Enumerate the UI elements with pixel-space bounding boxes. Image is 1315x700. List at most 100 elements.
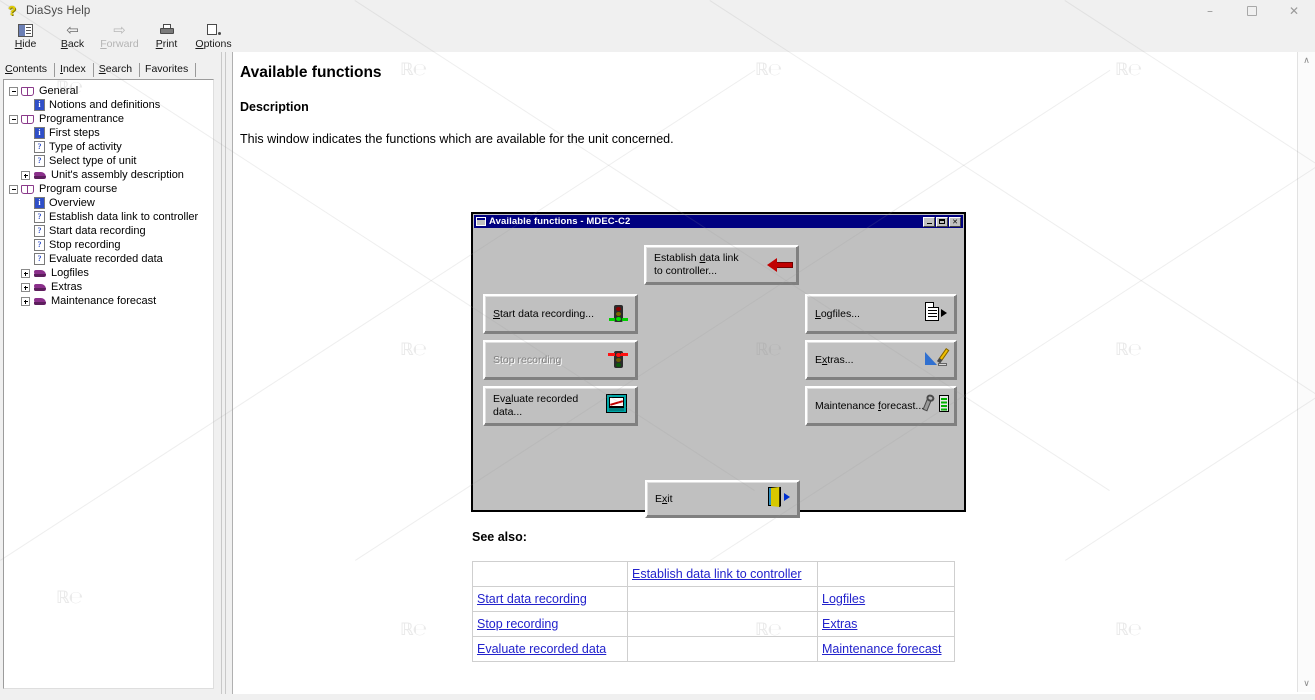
tree-item-select-type-of-unit[interactable]: ? Select type of unit — [4, 154, 213, 168]
hide-button-label: Hide — [14, 38, 37, 50]
dialog-extras-label: Extras... — [815, 353, 854, 366]
dialog-start-recording-button: Start data recording... — [483, 294, 638, 334]
tab-contents[interactable]: Contents — [0, 63, 56, 77]
forward-arrow-icon: ⇨ — [113, 20, 126, 39]
tab-favorites[interactable]: Favorites — [140, 63, 197, 77]
tree-item-programentrance[interactable]: Programentrance — [4, 112, 213, 126]
dialog-establish-link-button: Establish data link to controller... — [644, 245, 799, 285]
tree-item-first-steps[interactable]: i First steps — [4, 126, 213, 140]
tree-item-establish-data-link-to-controller[interactable]: ? Establish data link to controller — [4, 210, 213, 224]
tree-item-maintenance-forecast[interactable]: Maintenance forecast — [4, 294, 213, 308]
tree-item-stop-recording[interactable]: ? Stop recording — [4, 238, 213, 252]
see-also-cell-middle — [627, 611, 818, 637]
expand-plus-icon[interactable] — [21, 170, 30, 180]
scroll-up-arrow-icon[interactable]: ∧ — [1298, 52, 1315, 69]
tree-item-general[interactable]: General — [4, 84, 213, 98]
expand-plus-icon[interactable] — [21, 296, 30, 306]
collapse-minus-icon[interactable] — [9, 86, 18, 96]
tree-item-label: Establish data link to controller — [49, 211, 199, 223]
see-also-cell-middle — [627, 586, 818, 612]
dialog-extras-button: Extras... — [805, 340, 957, 380]
info-page-icon: i — [34, 99, 45, 111]
collapse-minus-icon[interactable] — [9, 114, 18, 124]
minimize-button[interactable] — [1189, 0, 1231, 21]
hide-pane-icon — [15, 22, 37, 38]
printer-icon — [156, 22, 178, 38]
contents-tree[interactable]: General i Notions and definitions Programen… — [3, 79, 214, 689]
traffic-light-green-icon — [606, 302, 630, 326]
see-also-cell-middle: Establish data link to controller — [627, 561, 818, 587]
dialog-exit-label: Exit — [655, 492, 673, 505]
navigation-pane: Contents Index Search Favorites General i… — [0, 52, 218, 694]
question-page-icon: ? — [34, 155, 45, 167]
dialog-maintenance-label: Maintenance forecast... — [815, 399, 925, 412]
dialog-close-icon — [949, 216, 961, 227]
info-page-icon: i — [34, 127, 45, 139]
pane-splitter[interactable] — [218, 52, 232, 694]
options-button[interactable]: Options — [190, 21, 237, 52]
see-also-cell-middle — [627, 636, 818, 662]
closed-book-icon — [33, 268, 47, 279]
tab-index[interactable]: Index — [55, 63, 94, 77]
tree-item-label: Evaluate recorded data — [49, 253, 163, 265]
open-book-icon — [21, 86, 35, 97]
see-also-table: Establish data link to controller Start d… — [472, 561, 955, 662]
dialog-body: Establish data link to controller... Sta… — [473, 229, 964, 518]
see-also-cell-left: Stop recording — [472, 611, 628, 637]
close-button[interactable] — [1273, 0, 1315, 21]
collapse-minus-icon[interactable] — [9, 184, 18, 194]
see-also-link-establish-data-link-to-controller[interactable]: Establish data link to controller — [632, 567, 802, 581]
page-icon-glyph: ? — [37, 156, 42, 165]
see-also-link-logfiles[interactable]: Logfiles — [822, 592, 865, 606]
tree-item-notions-and-definitions[interactable]: i Notions and definitions — [4, 98, 213, 112]
options-icon — [203, 22, 225, 38]
back-button-label: Back — [60, 38, 85, 50]
closed-book-icon — [33, 296, 47, 307]
see-also-link-evaluate-recorded-data[interactable]: Evaluate recorded data — [477, 642, 606, 656]
main-toolbar: Hide ⇦ Back ⇨ Forward Print Options — [0, 21, 1315, 52]
tree-item-overview[interactable]: i Overview — [4, 196, 213, 210]
print-button-label: Print — [155, 38, 178, 50]
embedded-dialog-screenshot: Available functions - MDEC-C2 Establish … — [471, 212, 966, 518]
see-also-cell-left: Start data recording — [472, 586, 628, 612]
expand-plus-icon[interactable] — [21, 282, 30, 292]
tree-item-label: Select type of unit — [49, 155, 137, 167]
document-out-icon — [925, 302, 949, 326]
window-bottom-edge — [0, 694, 1315, 700]
see-also-link-start-data-recording[interactable]: Start data recording — [477, 592, 587, 606]
print-button[interactable]: Print — [143, 21, 190, 52]
expand-plus-icon[interactable] — [21, 268, 30, 278]
maximize-button[interactable] — [1231, 0, 1273, 21]
description-paragraph: This window indicates the functions whic… — [240, 132, 674, 146]
tree-item-extras[interactable]: Extras — [4, 280, 213, 294]
page-icon-glyph: i — [38, 128, 41, 137]
tree-item-program-course[interactable]: Program course — [4, 182, 213, 196]
dialog-minimize-icon — [923, 216, 935, 227]
closed-book-icon — [33, 282, 47, 293]
info-page-icon: i — [34, 197, 45, 209]
see-also-cell-left: Evaluate recorded data — [472, 636, 628, 662]
red-left-arrow-icon — [767, 253, 793, 277]
scroll-down-arrow-icon[interactable]: ∨ — [1298, 675, 1315, 692]
topic-content-pane: Available functions Description This win… — [232, 52, 1315, 694]
window-title: DiaSys Help — [26, 4, 91, 17]
tree-item-unit-s-assembly-description[interactable]: Unit's assembly description — [4, 168, 213, 182]
tree-item-start-data-recording[interactable]: ? Start data recording — [4, 224, 213, 238]
tab-search[interactable]: Search — [94, 63, 141, 77]
hide-button[interactable]: Hide — [2, 21, 49, 52]
topic-body: Available functions Description This win… — [233, 52, 1298, 694]
forward-button-label: Forward — [100, 38, 139, 50]
tree-item-type-of-activity[interactable]: ? Type of activity — [4, 140, 213, 154]
see-also-row: Stop recording Extras — [472, 611, 955, 637]
see-also-link-stop-recording[interactable]: Stop recording — [477, 617, 558, 631]
tree-item-evaluate-recorded-data[interactable]: ? Evaluate recorded data — [4, 252, 213, 266]
back-button[interactable]: ⇦ Back — [49, 21, 96, 52]
chart-window-icon — [606, 394, 630, 418]
see-also-row: Establish data link to controller — [472, 561, 955, 587]
see-also-link-extras[interactable]: Extras — [822, 617, 857, 631]
content-vertical-scrollbar[interactable]: ∧ ∨ — [1297, 52, 1315, 692]
system-menu-icon — [476, 217, 486, 226]
see-also-link-maintenance-forecast[interactable]: Maintenance forecast — [822, 642, 942, 656]
tree-item-label: Overview — [49, 197, 95, 209]
tree-item-logfiles[interactable]: Logfiles — [4, 266, 213, 280]
